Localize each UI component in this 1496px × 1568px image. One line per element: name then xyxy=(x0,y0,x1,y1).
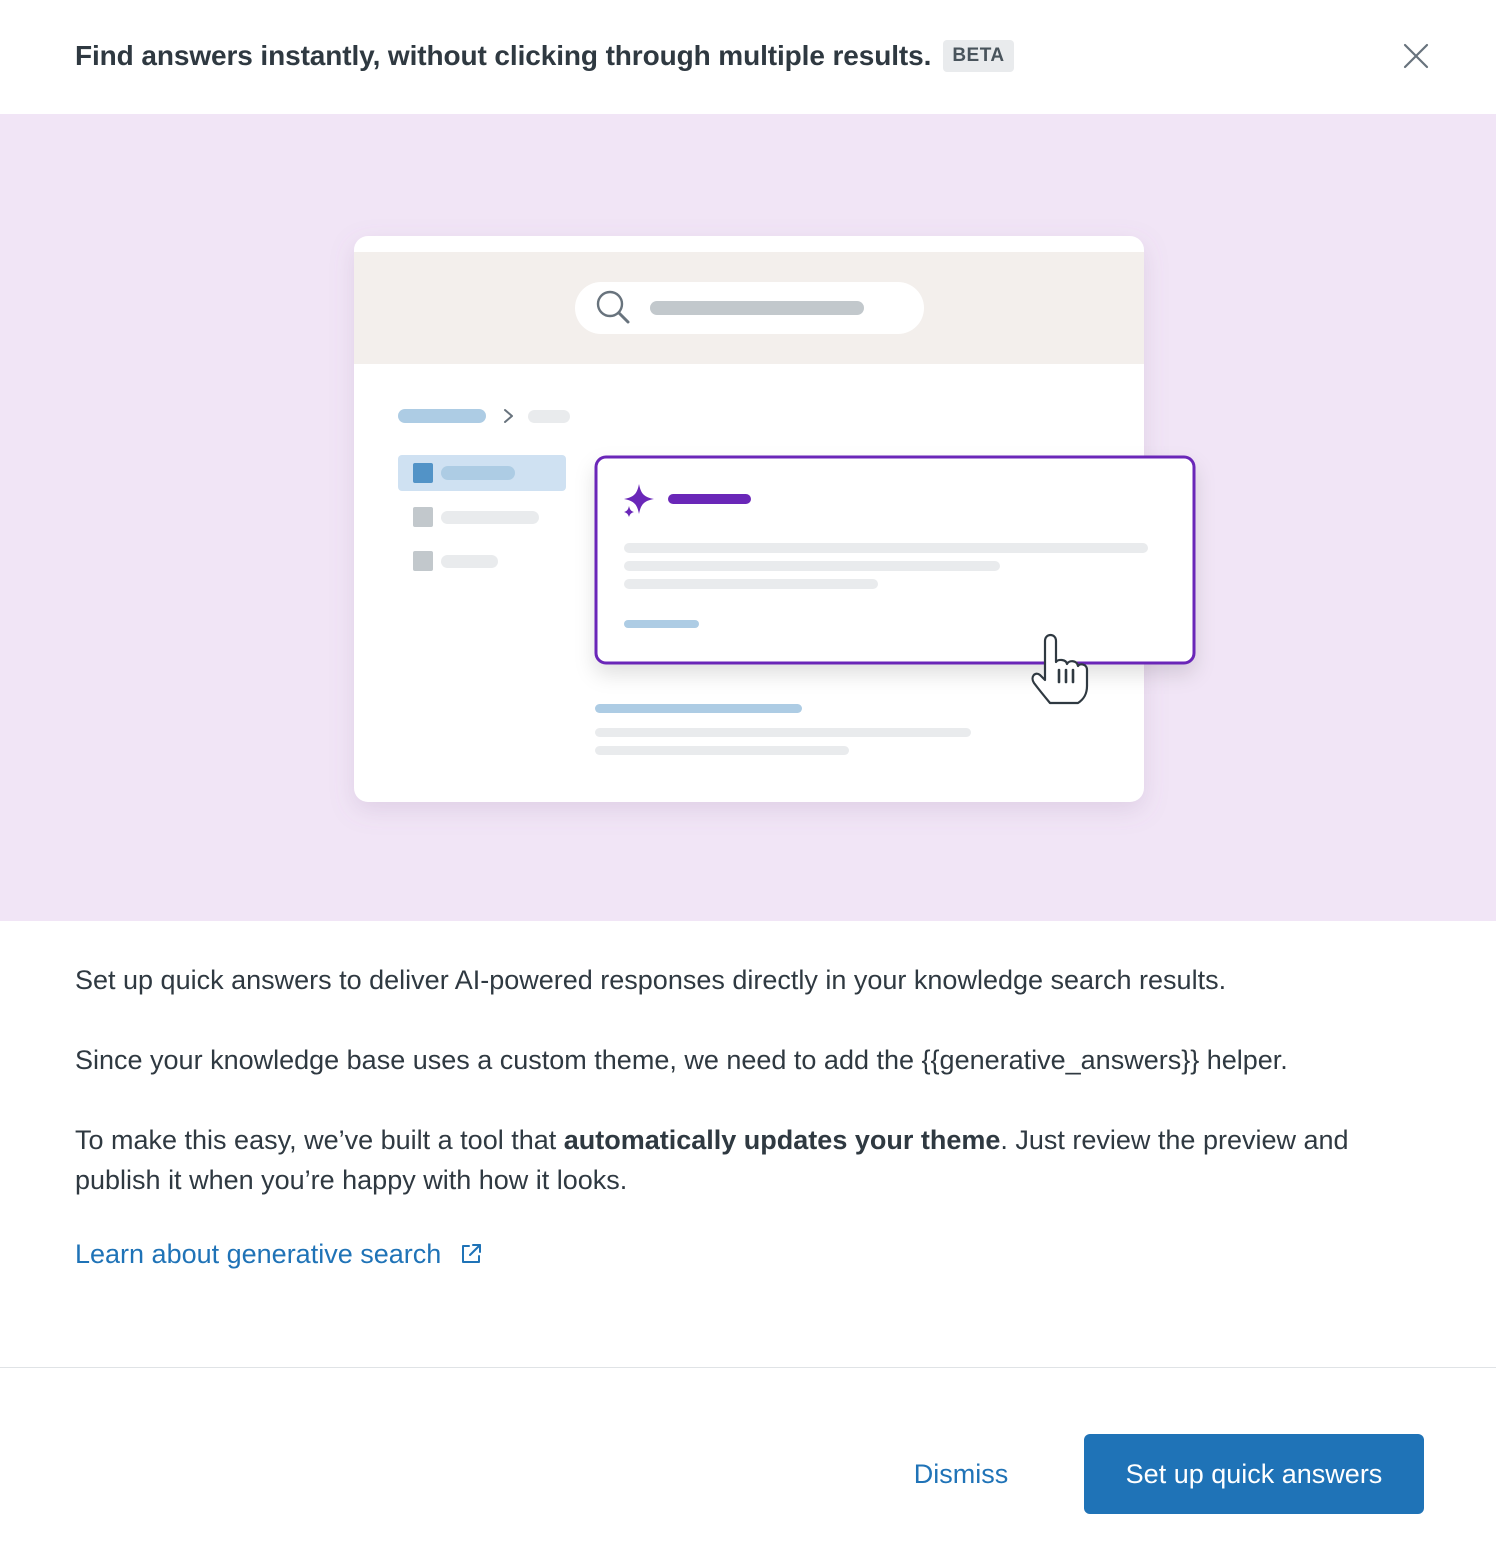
external-link-icon xyxy=(462,1244,482,1263)
result-line-1 xyxy=(595,728,971,737)
beta-badge: BETA xyxy=(943,40,1014,72)
ai-card-line-1 xyxy=(624,543,1148,553)
tool-paragraph-bold: automatically updates your theme xyxy=(563,1125,1001,1155)
dismiss-button[interactable]: Dismiss xyxy=(880,1434,1042,1514)
sidebar-square-active xyxy=(413,463,433,483)
learn-generative-search-link[interactable]: Learn about generative search xyxy=(75,1234,483,1274)
modal-body: Set up quick answers to deliver AI-power… xyxy=(75,960,1425,1240)
sidebar-bar-active xyxy=(441,466,515,480)
tool-paragraph: To make this easy, we’ve built a tool th… xyxy=(75,1120,1425,1200)
search-placeholder-bar xyxy=(650,301,864,315)
ai-card-link-bar xyxy=(624,620,699,628)
intro-paragraph: Set up quick answers to deliver AI-power… xyxy=(75,965,1227,995)
ai-card-title-bar xyxy=(668,494,751,504)
learn-link-label: Learn about generative search xyxy=(75,1239,442,1269)
sidebar-bar-2 xyxy=(441,511,539,524)
close-icon xyxy=(1403,43,1429,69)
set-up-quick-answers-button[interactable]: Set up quick answers xyxy=(1084,1434,1424,1514)
sidebar-bar-3 xyxy=(441,555,498,568)
theme-paragraph: Since your knowledge base uses a custom … xyxy=(75,1045,1288,1075)
result-title-bar xyxy=(595,704,802,713)
modal-title: Find answers instantly, without clicking… xyxy=(75,38,1014,74)
sidebar-square-2 xyxy=(413,507,433,527)
sidebar-square-3 xyxy=(413,551,433,571)
illustration-svg xyxy=(354,236,1196,802)
result-line-2 xyxy=(595,746,849,755)
modal-title-text: Find answers instantly, without clicking… xyxy=(75,40,932,71)
tool-paragraph-start: To make this easy, we’ve built a tool th… xyxy=(75,1125,564,1155)
ai-card-line-3 xyxy=(624,579,878,589)
close-button[interactable] xyxy=(1396,36,1436,76)
modal-header: Find answers instantly, without clicking… xyxy=(0,0,1496,114)
ai-card-line-2 xyxy=(624,561,1000,571)
ai-answer-card xyxy=(594,455,1196,665)
footer-divider xyxy=(0,1367,1496,1368)
breadcrumb-bar xyxy=(398,409,486,423)
breadcrumb-bar-2 xyxy=(528,410,570,423)
hero-illustration xyxy=(0,114,1496,921)
